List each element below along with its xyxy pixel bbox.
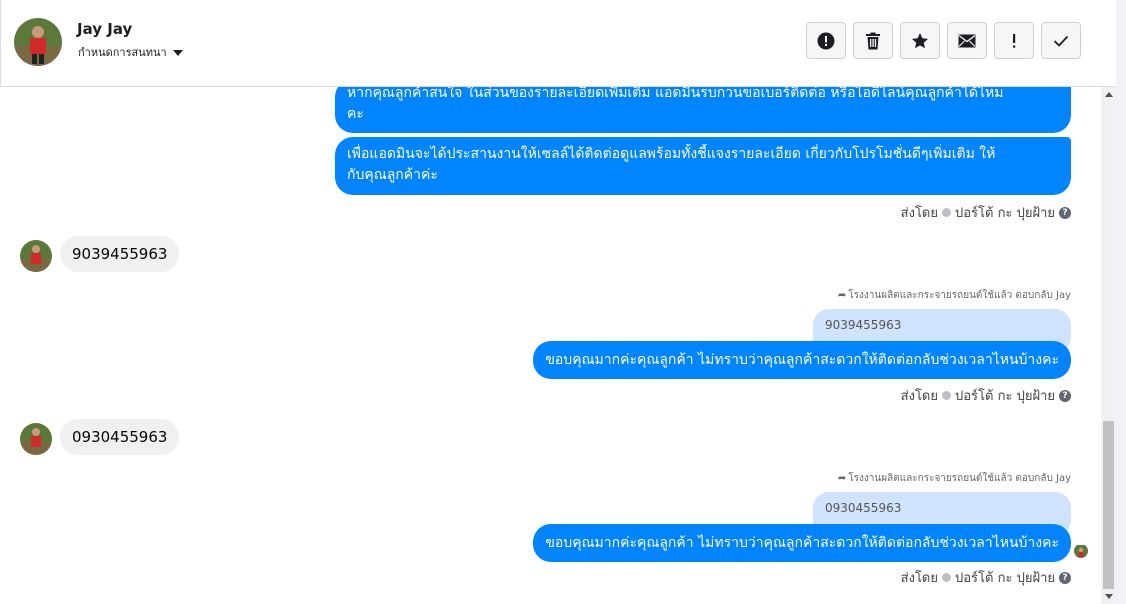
help-icon[interactable]: ? — [1059, 389, 1071, 402]
message-text: ขอบคุณมากค่ะคุณลูกค้า ไม่ทราบว่าคุณลูกค้… — [545, 352, 1059, 368]
sender-name[interactable]: ปอร์โต้ กะ ปุยฝ้าย — [955, 202, 1055, 223]
outgoing-message[interactable]: ขอบคุณมากค่ะคุณลูกค้า ไม่ทราบว่าคุณลูกค้… — [533, 341, 1071, 379]
delete-button[interactable] — [853, 22, 893, 59]
outgoing-message[interactable]: เพื่อแอดมินจะได้ประสานงานให้เซลล์ได้ติดต… — [335, 137, 1071, 195]
scroll-up-arrow-icon[interactable] — [1105, 92, 1113, 97]
sent-by-info: ส่งโดย ปอร์โต้ กะ ปุยฝ้าย ? — [901, 202, 1071, 223]
spam-button[interactable] — [994, 22, 1034, 59]
sent-by-info: ส่งโดย ปอร์โต้ กะ ปุยฝ้าย ? — [901, 385, 1071, 406]
window-edge — [1116, 0, 1126, 604]
sent-by-label: ส่งโดย — [900, 571, 938, 586]
sent-by-label: ส่งโดย — [900, 206, 938, 221]
exclamation-icon — [1013, 33, 1016, 48]
star-icon — [912, 32, 928, 48]
vertical-scrollbar[interactable] — [1101, 87, 1116, 604]
incoming-message[interactable]: 0930455963 — [60, 419, 180, 455]
message-text-line: หากคุณลูกค้าสนใจ ในส่วนของรายละเอียดเพิ่… — [347, 87, 1004, 101]
reply-context: ➦ โรงงานผลิตและกระจายรถยนต์ใช้แล้ว ตอบกล… — [838, 471, 1071, 486]
mail-icon — [958, 34, 976, 47]
mark-unread-button[interactable] — [947, 22, 987, 59]
report-icon — [817, 32, 835, 49]
verified-check-icon — [942, 573, 951, 582]
scrollbar-thumb[interactable] — [1103, 421, 1114, 589]
contact-avatar-small[interactable] — [20, 423, 52, 455]
sender-name[interactable]: ปอร์โต้ กะ ปุยฝ้าย — [955, 567, 1055, 588]
incoming-message[interactable]: 9039455963 — [60, 236, 180, 272]
contact-avatar-small[interactable] — [20, 240, 52, 272]
sent-by-label: ส่งโดย — [900, 389, 938, 404]
conversation-schedule-label: กำหนดการสนทนา — [78, 46, 167, 59]
verified-check-icon — [942, 208, 951, 217]
message-text-line: กับคุณลูกค้าค่ะ — [347, 167, 438, 183]
report-button[interactable] — [806, 22, 846, 59]
reply-context: ➦ โรงงานผลิตและกระจายรถยนต์ใช้แล้ว ตอบกล… — [838, 288, 1071, 303]
message-text: ขอบคุณมากค่ะคุณลูกค้า ไม่ทราบว่าคุณลูกค้… — [545, 535, 1059, 551]
sent-by-info: ส่งโดย ปอร์โต้ กะ ปุยฝ้าย ? — [901, 567, 1071, 588]
message-text-line: คะ — [347, 106, 364, 122]
conversation-header: Jay Jay กำหนดการสนทนา — [0, 0, 1117, 87]
conversation-schedule-dropdown[interactable]: กำหนดการสนทนา — [78, 43, 183, 61]
star-button[interactable] — [900, 22, 940, 59]
trash-icon — [866, 32, 880, 49]
outgoing-message[interactable]: ขอบคุณมากค่ะคุณลูกค้า ไม่ทราบว่าคุณลูกค้… — [533, 524, 1071, 562]
message-thread[interactable]: หากคุณลูกค้าสนใจ ในส่วนของรายละเอียดเพิ่… — [0, 87, 1101, 604]
verified-check-icon — [942, 391, 951, 400]
reply-arrow-icon: ➦ — [837, 290, 847, 301]
help-icon[interactable]: ? — [1059, 206, 1071, 219]
contact-avatar[interactable] — [14, 18, 62, 66]
sender-name[interactable]: ปอร์โต้ กะ ปุยฝ้าย — [955, 385, 1055, 406]
scroll-down-arrow-icon[interactable] — [1105, 594, 1113, 599]
help-icon[interactable]: ? — [1059, 571, 1071, 584]
reply-context-text: โรงงานผลิตและกระจายรถยนต์ใช้แล้ว ตอบกลับ… — [848, 473, 1071, 484]
done-button[interactable] — [1041, 22, 1081, 59]
reply-context-text: โรงงานผลิตและกระจายรถยนต์ใช้แล้ว ตอบกลับ… — [848, 290, 1071, 301]
message-text-line: เพื่อแอดมินจะได้ประสานงานให้เซลล์ได้ติดต… — [347, 146, 996, 162]
contact-name[interactable]: Jay Jay — [77, 20, 132, 38]
outgoing-message[interactable]: หากคุณลูกค้าสนใจ ในส่วนของรายละเอียดเพิ่… — [335, 87, 1071, 133]
reply-arrow-icon: ➦ — [837, 473, 847, 484]
seen-indicator-avatar — [1074, 544, 1088, 558]
caret-down-icon — [172, 49, 183, 56]
conversation-toolbar — [806, 22, 1081, 59]
check-icon — [1053, 35, 1069, 47]
